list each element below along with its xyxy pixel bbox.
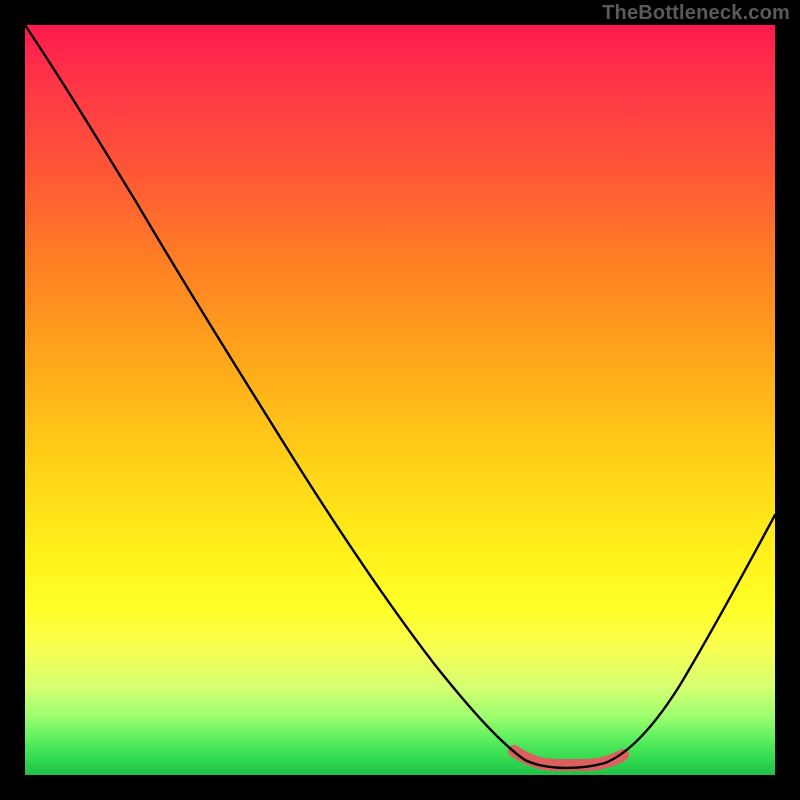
curve-svg <box>25 25 775 775</box>
bottleneck-curve <box>25 25 775 768</box>
plot-area <box>25 25 775 775</box>
chart-frame: TheBottleneck.com <box>0 0 800 800</box>
watermark-text: TheBottleneck.com <box>602 2 790 25</box>
